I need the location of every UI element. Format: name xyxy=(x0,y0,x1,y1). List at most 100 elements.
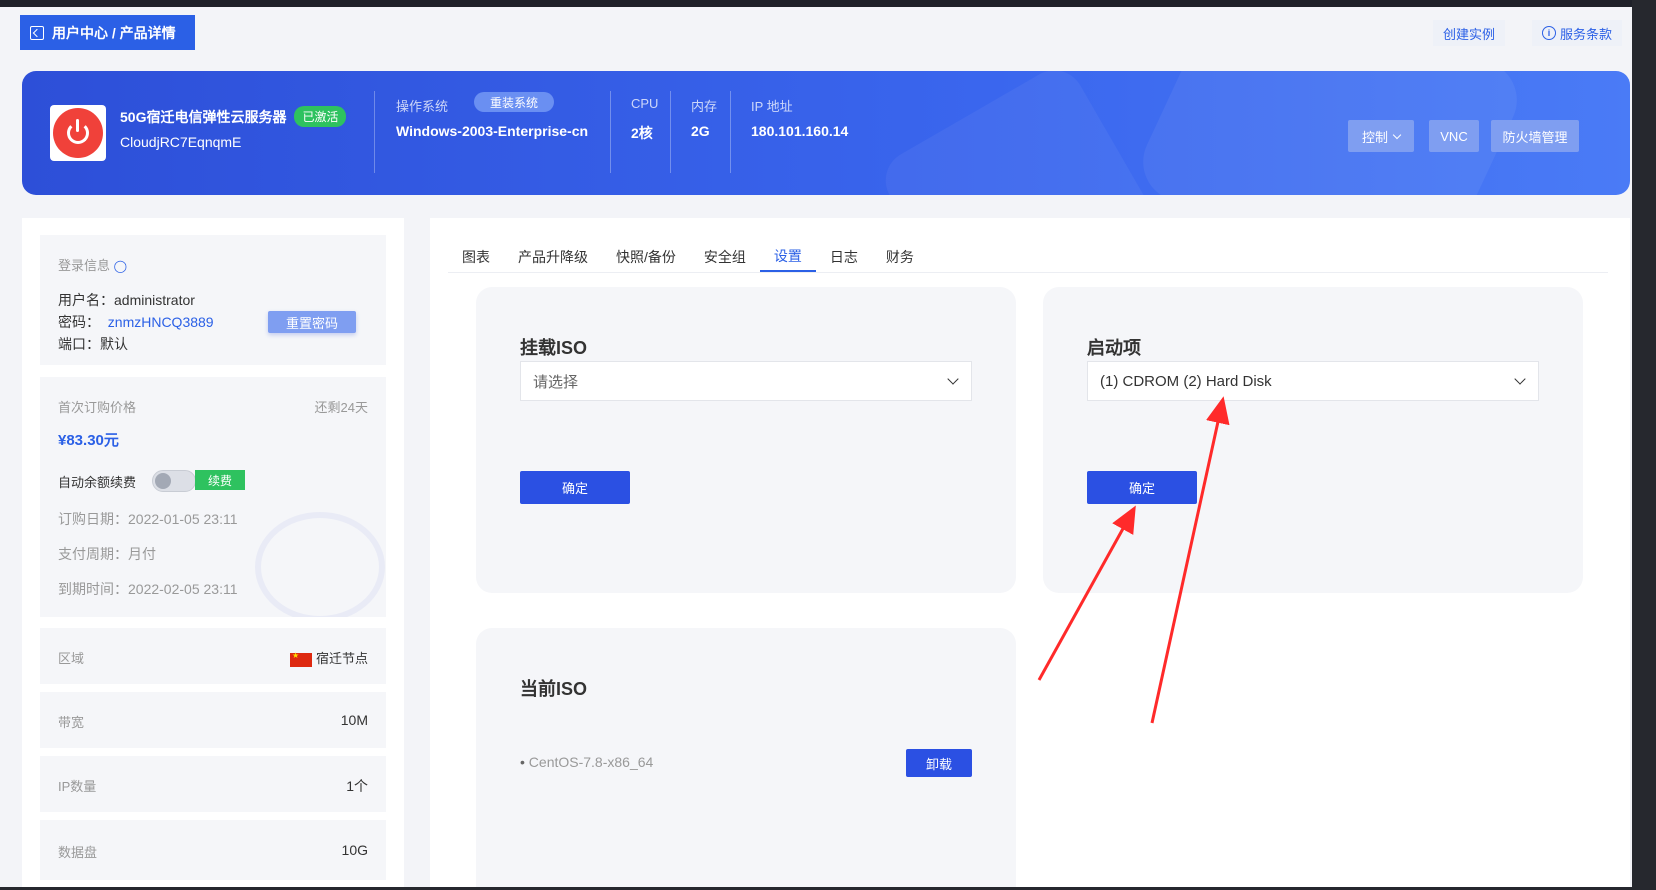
reset-password-button[interactable]: 重置密码 xyxy=(268,311,356,333)
username-label: 用户名： xyxy=(58,292,114,308)
tab-upgrade[interactable]: 产品升降级 xyxy=(504,242,602,272)
left-info-panel: 登录信息 ◯ 用户名：administrator 密码： znmzHNCQ388… xyxy=(22,218,404,890)
control-dropdown[interactable]: 控制 xyxy=(1348,120,1414,152)
tab-snapshot[interactable]: 快照/备份 xyxy=(602,242,690,272)
username-value: administrator xyxy=(114,292,195,308)
terms-link[interactable]: i 服务条款 xyxy=(1532,20,1623,46)
server-name-text: 50G宿迁电信弹性云服务器 xyxy=(120,108,287,125)
coin-decoration xyxy=(255,512,385,617)
ip-value: 180.101.160.14 xyxy=(751,123,849,139)
server-name: 50G宿迁电信弹性云服务器 已激活 xyxy=(120,106,347,127)
current-iso-name: CentOS-7.8-x86_64 xyxy=(528,754,654,770)
cpu-value: 2核 xyxy=(631,125,653,141)
window-right-edge xyxy=(1632,0,1656,890)
bandwidth-label: 带宽 xyxy=(58,715,85,730)
password-label: 密码： xyxy=(58,314,100,330)
divider xyxy=(670,91,671,173)
breadcrumb[interactable]: 用户中心 / 产品详情 xyxy=(20,15,195,50)
firewall-button[interactable]: 防火墙管理 xyxy=(1491,120,1579,152)
spec-row-data-disk: 数据盘 10G xyxy=(40,820,386,880)
back-icon xyxy=(30,25,44,40)
unmount-button[interactable]: 卸载 xyxy=(906,749,972,777)
chevron-down-icon xyxy=(1514,373,1526,385)
divider xyxy=(610,91,611,173)
current-iso-card: 当前ISO • CentOS-7.8-x86_64 卸载 xyxy=(476,628,1016,890)
renew-button[interactable]: 续费 xyxy=(195,470,245,490)
ip-label: IP 地址 xyxy=(751,99,793,114)
tab-security-group[interactable]: 安全组 xyxy=(690,242,760,272)
memory-value: 2G xyxy=(691,123,710,139)
window-top-bar xyxy=(0,0,1656,7)
control-label: 控制 xyxy=(1361,129,1388,145)
password-value[interactable]: znmzHNCQ3889 xyxy=(108,314,214,330)
login-info-card: 登录信息 ◯ 用户名：administrator 密码： znmzHNCQ388… xyxy=(40,235,386,365)
ip-count-label: IP数量 xyxy=(58,779,97,794)
vnc-button[interactable]: VNC xyxy=(1429,120,1479,152)
chevron-down-icon xyxy=(947,373,959,385)
port-label: 端口： xyxy=(58,336,100,352)
mount-confirm-button[interactable]: 确定 xyxy=(520,471,630,504)
region-label: 区域 xyxy=(58,651,85,666)
data-disk-value: 10G xyxy=(341,842,368,858)
auto-renew-toggle[interactable] xyxy=(152,470,196,492)
os-label: 操作系统 xyxy=(396,99,449,114)
boot-order-title: 启动项 xyxy=(1087,338,1141,358)
login-info-title: 登录信息 ◯ xyxy=(58,255,127,274)
cpu-label: CPU xyxy=(631,96,659,111)
order-date: 订购日期：2022-01-05 23:11 xyxy=(58,511,238,527)
chevron-down-icon xyxy=(1392,130,1402,139)
boot-order-select[interactable]: (1) CDROM (2) Hard Disk xyxy=(1087,361,1539,401)
info-icon: i xyxy=(1542,26,1556,40)
spec-row-bandwidth: 带宽 10M xyxy=(40,692,386,748)
password-row: 密码： znmzHNCQ3889 xyxy=(58,312,214,332)
iso-select[interactable]: 请选择 xyxy=(520,361,972,401)
user-icon: ◯ xyxy=(113,259,128,273)
mount-iso-title: 挂载ISO xyxy=(520,338,588,358)
breadcrumb-label: 用户中心 / 产品详情 xyxy=(52,24,176,41)
terms-label: 服务条款 xyxy=(1560,26,1613,42)
create-instance-label: 创建实例 xyxy=(1443,26,1496,42)
main-panel: 图表 产品升降级 快照/备份 安全组 设置 日志 财务 挂载ISO 请选择 确定… xyxy=(430,218,1630,890)
current-iso-title: 当前ISO xyxy=(520,679,588,699)
expire-date: 到期时间：2022-02-05 23:11 xyxy=(58,581,238,597)
remaining-days: 还剩24天 xyxy=(314,400,368,415)
tab-settings[interactable]: 设置 xyxy=(759,242,816,272)
tab-charts[interactable]: 图表 xyxy=(448,242,504,272)
divider xyxy=(730,91,731,173)
boot-confirm-button[interactable]: 确定 xyxy=(1087,471,1197,504)
data-disk-label: 数据盘 xyxy=(58,845,98,860)
status-badge: 已激活 xyxy=(294,106,347,127)
tab-finance[interactable]: 财务 xyxy=(872,242,928,272)
auto-renew-label: 自动余额续费 xyxy=(58,475,137,490)
current-iso-item: • CentOS-7.8-x86_64 xyxy=(520,754,653,770)
price-value: ¥83.30元 xyxy=(58,432,119,449)
username-row: 用户名：administrator xyxy=(58,290,195,310)
power-icon xyxy=(53,108,103,158)
spec-row-ip-count: IP数量 1个 xyxy=(40,756,386,812)
banner-decoration xyxy=(874,71,1166,195)
port-row: 端口：默认 xyxy=(58,334,128,354)
port-value: 默认 xyxy=(100,336,128,352)
os-value: Windows-2003-Enterprise-cn xyxy=(396,123,589,139)
memory-label: 内存 xyxy=(691,99,718,114)
pay-cycle: 支付周期：月付 xyxy=(58,546,156,562)
iso-select-placeholder: 请选择 xyxy=(533,373,579,391)
billing-card: 首次订购价格 还剩24天 ¥83.30元 自动余额续费 续费 订购日期：2022… xyxy=(40,377,386,617)
tab-divider xyxy=(448,272,1608,273)
divider xyxy=(374,91,375,173)
first-price-label: 首次订购价格 xyxy=(58,400,137,415)
spec-row-region: 区域 宿迁节点 xyxy=(40,628,386,684)
tab-logs[interactable]: 日志 xyxy=(816,242,872,272)
server-banner: 50G宿迁电信弹性云服务器 已激活 CloudjRC7EqnqmE 操作系统 重… xyxy=(22,71,1630,195)
bullet-icon: • xyxy=(520,754,525,770)
server-id: CloudjRC7EqnqmE xyxy=(120,134,242,150)
tab-bar: 图表 产品升降级 快照/备份 安全组 设置 日志 财务 xyxy=(448,242,928,272)
ip-count-value: 1个 xyxy=(346,778,368,794)
boot-order-card: 启动项 (1) CDROM (2) Hard Disk 确定 xyxy=(1043,287,1583,593)
power-button[interactable] xyxy=(50,105,106,161)
create-instance-link[interactable]: 创建实例 xyxy=(1433,20,1506,46)
boot-order-value: (1) CDROM (2) Hard Disk xyxy=(1100,372,1272,390)
login-info-title-text: 登录信息 xyxy=(58,258,111,273)
reinstall-button[interactable]: 重装系统 xyxy=(474,92,555,112)
mount-iso-card: 挂载ISO 请选择 确定 xyxy=(476,287,1016,593)
